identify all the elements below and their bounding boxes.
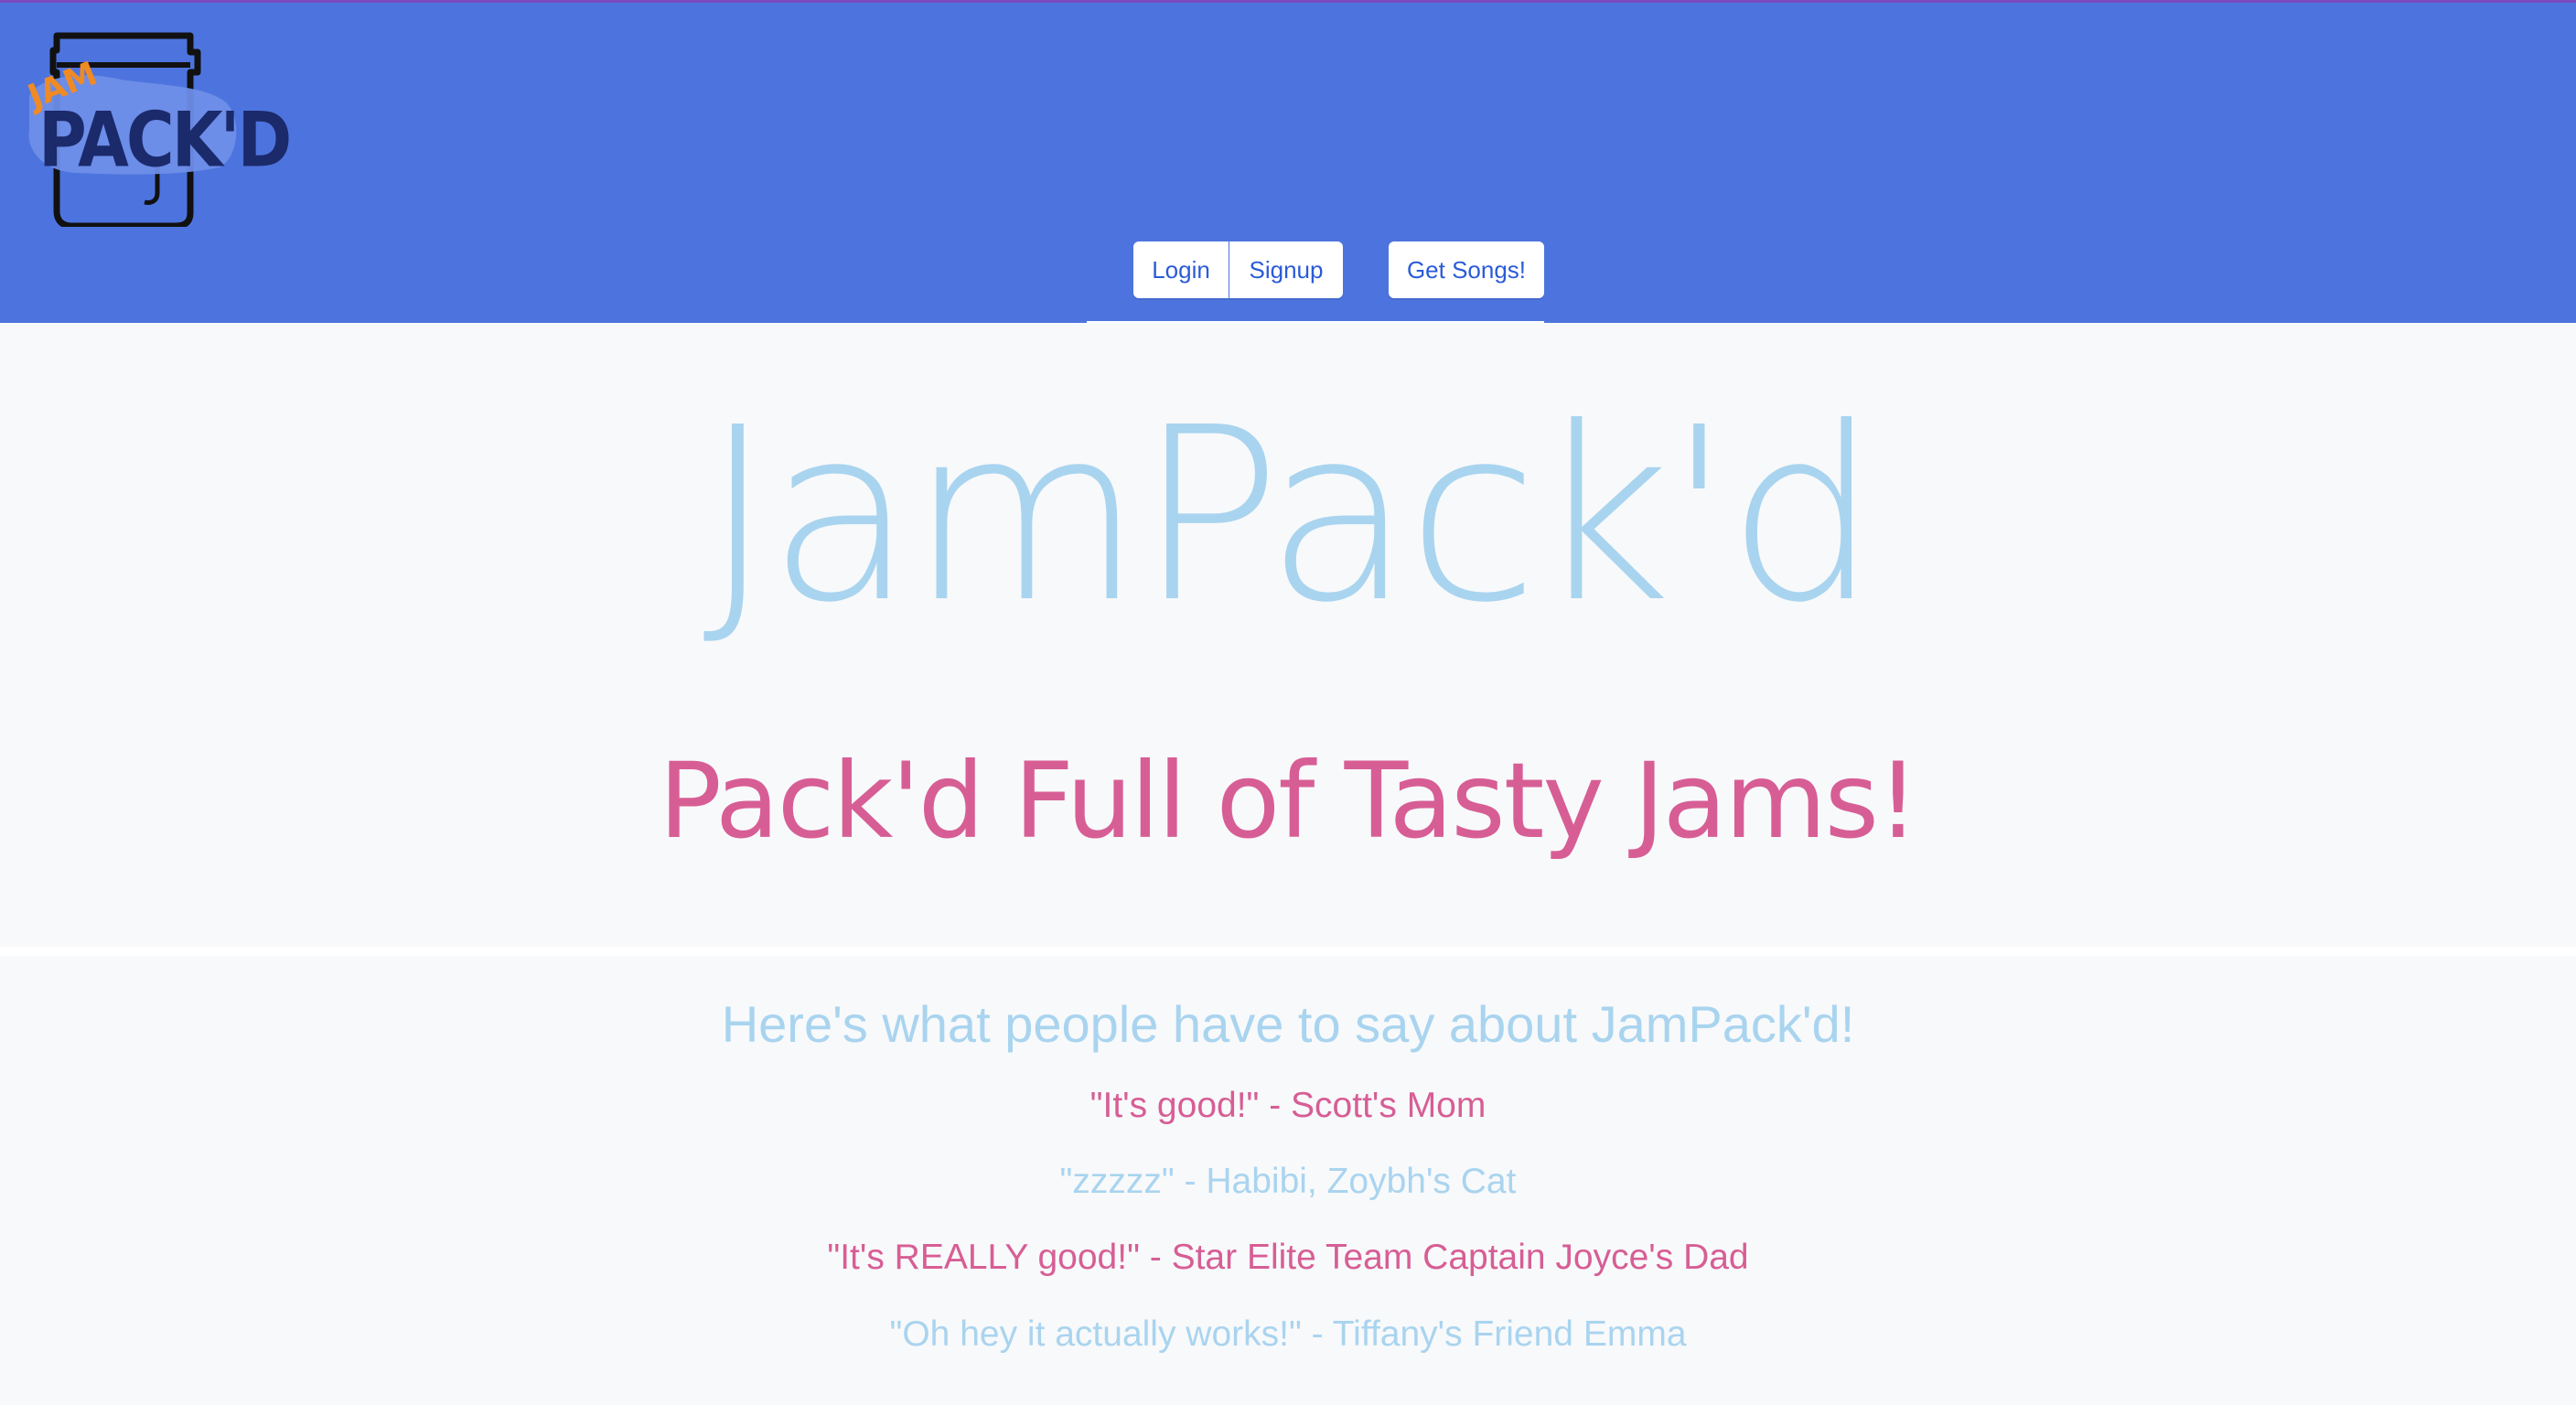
hero-section: JamPack'd Pack'd Full of Tasty Jams! <box>0 323 2576 947</box>
section-divider <box>0 947 2576 956</box>
review-item: "Oh hey it actually works!" - Tiffany's … <box>889 1314 1687 1354</box>
review-item: "It's good!" - Scott's Mom <box>1089 1086 1487 1125</box>
site-header: JAM PACK'D Login Signup Get Songs! <box>0 3 2576 323</box>
hero-subtitle: Pack'd Full of Tasty Jams! <box>659 740 1918 862</box>
get-songs-button[interactable]: Get Songs! <box>1389 241 1544 298</box>
login-button[interactable]: Login <box>1133 241 1229 298</box>
nav-bar: Login Signup Get Songs! <box>0 241 2576 302</box>
reviews-section: Here's what people have to say about Jam… <box>0 956 2576 1405</box>
review-item: "It's REALLY good!" - Star Elite Team Ca… <box>827 1238 1749 1277</box>
hero-title: JamPack'd <box>703 376 1879 655</box>
reviews-heading: Here's what people have to say about Jam… <box>721 995 1855 1053</box>
signup-button[interactable]: Signup <box>1229 241 1343 298</box>
review-item: "zzzzz" - Habibi, Zoybh's Cat <box>1059 1162 1517 1201</box>
logo-big-text: PACK'D <box>38 95 292 185</box>
jampackd-logo[interactable]: JAM PACK'D <box>20 30 292 230</box>
